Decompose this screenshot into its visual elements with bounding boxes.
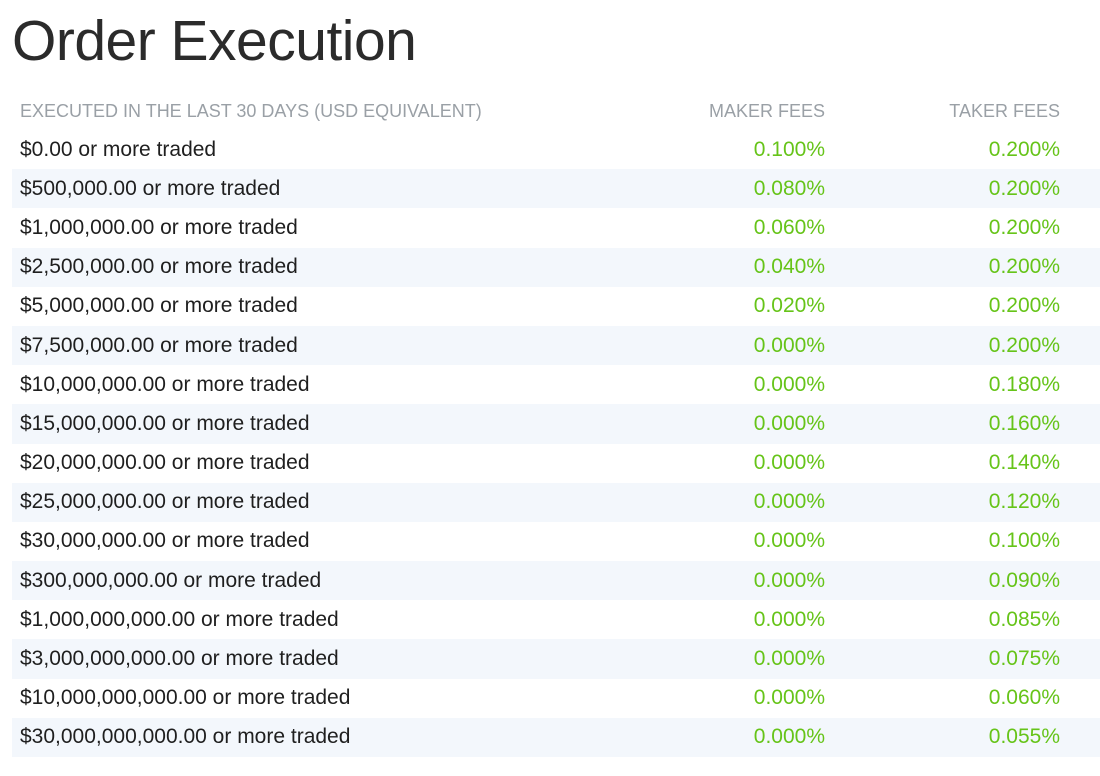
tier-volume-cell: $5,000,000.00 or more traded xyxy=(20,294,298,318)
row-spacer xyxy=(1060,483,1100,522)
tier-volume-cell: $300,000,000.00 or more traded xyxy=(20,568,322,592)
taker-fee-cell: 0.100% xyxy=(988,529,1060,553)
tier-volume-cell: $3,000,000,000.00 or more traded xyxy=(20,647,339,671)
table-row: $300,000,000.00 or more traded 0.000% 0.09… xyxy=(12,561,1100,601)
maker-fee-cell: 0.000% xyxy=(753,568,825,592)
fee-schedule-table: EXECUTED IN THE LAST 30 DAYS (USD EQUIVA… xyxy=(12,92,1100,757)
table-row: $20,000,000.00 or more traded 0.000% 0.140… xyxy=(12,444,1100,483)
column-header-maker-fees: MAKER FEES xyxy=(708,100,825,121)
row-spacer xyxy=(1060,561,1100,600)
tier-volume-cell: $1,000,000,000.00 or more traded xyxy=(20,607,339,631)
row-spacer xyxy=(1060,404,1100,443)
maker-fee-cell: 0.040% xyxy=(753,255,825,279)
table-row: $3,000,000,000.00 or more traded 0.000% 0.… xyxy=(12,639,1100,679)
maker-fee-cell: 0.000% xyxy=(753,529,825,553)
row-spacer xyxy=(1060,600,1100,639)
row-spacer xyxy=(1060,679,1100,718)
taker-fee-cell: 0.200% xyxy=(988,255,1060,279)
row-spacer xyxy=(1060,326,1100,365)
taker-fee-cell: 0.200% xyxy=(988,294,1060,318)
taker-fee-cell: 0.090% xyxy=(988,568,1060,592)
maker-fee-cell: 0.100% xyxy=(753,137,825,161)
maker-fee-cell: 0.000% xyxy=(753,411,825,435)
taker-fee-cell: 0.200% xyxy=(988,333,1060,357)
tier-volume-cell: $25,000,000.00 or more traded xyxy=(20,490,310,514)
table-row: $5,000,000.00 or more traded 0.020% 0.200% xyxy=(12,287,1100,326)
maker-fee-cell: 0.000% xyxy=(753,607,825,631)
taker-fee-cell: 0.140% xyxy=(988,451,1060,475)
row-spacer xyxy=(1060,365,1100,404)
row-spacer xyxy=(1060,522,1100,561)
tier-volume-cell: $30,000,000,000.00 or more traded xyxy=(20,725,351,749)
row-spacer xyxy=(1060,248,1100,287)
table-row: $10,000,000,000.00 or more traded 0.000% 0… xyxy=(12,679,1100,718)
table-row: $1,000,000.00 or more traded 0.060% 0.200% xyxy=(12,208,1100,247)
tier-volume-cell: $500,000.00 or more traded xyxy=(20,176,281,200)
table-row: $2,500,000.00 or more traded 0.040% 0.200% xyxy=(12,247,1100,287)
table-body: $0.00 or more traded 0.100% 0.200% $500,000… xyxy=(12,130,1100,757)
column-header-volume: EXECUTED IN THE LAST 30 DAYS (USD EQUIVA… xyxy=(20,100,482,121)
row-spacer xyxy=(1060,718,1100,757)
table-row: $1,000,000,000.00 or more traded 0.000% 0.… xyxy=(12,600,1100,639)
table-header: EXECUTED IN THE LAST 30 DAYS (USD EQUIVA… xyxy=(12,92,1100,130)
header-row: EXECUTED IN THE LAST 30 DAYS (USD EQUIVA… xyxy=(12,92,1100,130)
taker-fee-cell: 0.060% xyxy=(988,686,1060,710)
tier-volume-cell: $10,000,000.00 or more traded xyxy=(20,372,310,396)
taker-fee-cell: 0.075% xyxy=(988,647,1060,671)
maker-fee-cell: 0.000% xyxy=(753,372,825,396)
tier-volume-cell: $10,000,000,000.00 or more traded xyxy=(20,686,351,710)
taker-fee-cell: 0.160% xyxy=(988,411,1060,435)
taker-fee-cell: 0.200% xyxy=(988,137,1060,161)
column-spacer xyxy=(1060,92,1100,130)
tier-volume-cell: $1,000,000.00 or more traded xyxy=(20,215,298,239)
row-spacer xyxy=(1060,287,1100,326)
tier-volume-cell: $7,500,000.00 or more traded xyxy=(20,333,298,357)
row-spacer xyxy=(1060,130,1100,169)
row-spacer xyxy=(1060,208,1100,247)
table-row: $15,000,000.00 or more traded 0.000% 0.160… xyxy=(12,404,1100,444)
taker-fee-cell: 0.085% xyxy=(988,607,1060,631)
taker-fee-cell: 0.200% xyxy=(988,215,1060,239)
maker-fee-cell: 0.020% xyxy=(753,294,825,318)
maker-fee-cell: 0.060% xyxy=(753,215,825,239)
tier-volume-cell: $15,000,000.00 or more traded xyxy=(20,411,310,435)
table-row: $25,000,000.00 or more traded 0.000% 0.120… xyxy=(12,482,1100,522)
table-row: $30,000,000,000.00 or more traded 0.000% 0… xyxy=(12,717,1100,757)
taker-fee-cell: 0.120% xyxy=(988,490,1060,514)
tier-volume-cell: $0.00 or more traded xyxy=(20,137,217,161)
maker-fee-cell: 0.000% xyxy=(753,333,825,357)
table-row: $30,000,000.00 or more traded 0.000% 0.100… xyxy=(12,522,1100,561)
taker-fee-cell: 0.180% xyxy=(988,372,1060,396)
taker-fee-cell: 0.055% xyxy=(988,725,1060,749)
page-title: Order Execution xyxy=(12,9,417,73)
maker-fee-cell: 0.000% xyxy=(753,647,825,671)
table-row: $0.00 or more traded 0.100% 0.200% xyxy=(12,130,1100,169)
tier-volume-cell: $2,500,000.00 or more traded xyxy=(20,255,298,279)
row-spacer xyxy=(1060,169,1100,208)
maker-fee-cell: 0.080% xyxy=(753,176,825,200)
taker-fee-cell: 0.200% xyxy=(988,176,1060,200)
maker-fee-cell: 0.000% xyxy=(753,451,825,475)
maker-fee-cell: 0.000% xyxy=(753,490,825,514)
table-row: $10,000,000.00 or more traded 0.000% 0.180… xyxy=(12,365,1100,404)
maker-fee-cell: 0.000% xyxy=(753,686,825,710)
tier-volume-cell: $20,000,000.00 or more traded xyxy=(20,451,310,475)
row-spacer xyxy=(1060,444,1100,483)
row-spacer xyxy=(1060,639,1100,678)
maker-fee-cell: 0.000% xyxy=(753,725,825,749)
table-row: $500,000.00 or more traded 0.080% 0.200% xyxy=(12,169,1100,209)
tier-volume-cell: $30,000,000.00 or more traded xyxy=(20,529,310,553)
table-row: $7,500,000.00 or more traded 0.000% 0.200% xyxy=(12,325,1100,366)
column-header-taker-fees: TAKER FEES xyxy=(949,100,1060,121)
